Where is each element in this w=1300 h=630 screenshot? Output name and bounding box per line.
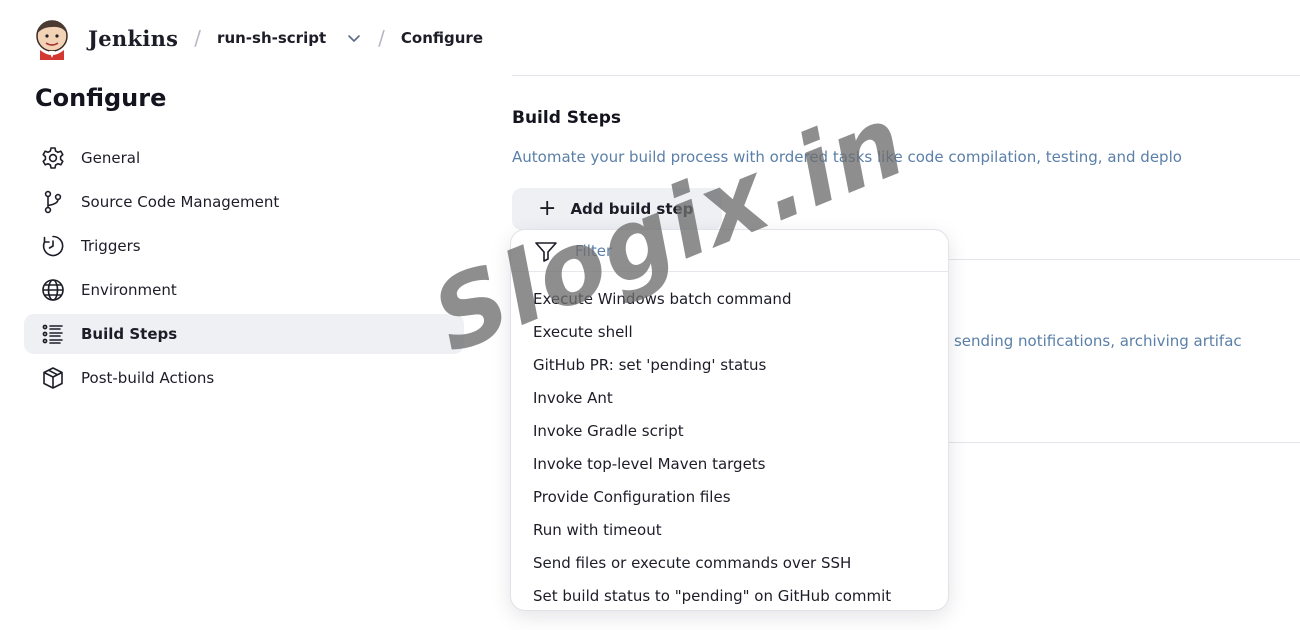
post-build-description: e sending notifications, archiving artif…: [940, 332, 1242, 350]
plus-icon: +: [538, 196, 557, 221]
menu-item-execute-shell[interactable]: Execute shell: [511, 315, 948, 348]
divider: [940, 442, 1300, 443]
timer-icon: [42, 235, 64, 257]
menu-item-run-with-timeout[interactable]: Run with timeout: [511, 513, 948, 546]
sidebar-item-triggers[interactable]: Triggers: [24, 226, 464, 266]
add-build-step-dropdown: Execute Windows batch command Execute sh…: [511, 230, 948, 610]
filter-input[interactable]: [575, 241, 915, 260]
menu-item-execute-windows-batch[interactable]: Execute Windows batch command: [511, 282, 948, 315]
package-icon: [43, 367, 63, 389]
brand-name[interactable]: Jenkins: [88, 26, 178, 51]
sidebar-item-label: Post-build Actions: [81, 369, 215, 387]
jenkins-logo-icon[interactable]: [30, 16, 74, 60]
divider: [512, 75, 1300, 76]
menu-item-provide-config-files[interactable]: Provide Configuration files: [511, 480, 948, 513]
build-step-menu: Execute Windows batch command Execute sh…: [511, 272, 948, 612]
filter-icon: [535, 241, 557, 262]
jenkins-configure-page: Jenkins / run-sh-script / Configure Conf…: [0, 0, 1300, 630]
sidebar-item-label: Triggers: [81, 237, 141, 255]
globe-icon: [42, 279, 64, 301]
breadcrumb-separator: /: [194, 26, 202, 50]
section-description: Automate your build process with ordered…: [512, 148, 1182, 166]
sidebar-item-label: Build Steps: [81, 325, 178, 343]
page-title: Configure: [35, 84, 167, 112]
sidebar-item-source-code-management[interactable]: Source Code Management: [24, 182, 464, 222]
git-branch-icon: [44, 190, 62, 214]
menu-item-invoke-maven[interactable]: Invoke top-level Maven targets: [511, 447, 948, 480]
menu-item-send-files-ssh[interactable]: Send files or execute commands over SSH: [511, 546, 948, 579]
sidebar-item-post-build-actions[interactable]: Post-build Actions: [24, 358, 464, 398]
sidebar-item-label: General: [81, 149, 141, 167]
section-title-build-steps: Build Steps: [512, 108, 621, 128]
sidebar-item-build-steps[interactable]: Build Steps: [24, 314, 464, 354]
sidebar-item-label: Source Code Management: [81, 193, 280, 211]
sidebar-item-environment[interactable]: Environment: [24, 270, 464, 310]
sidebar-item-general[interactable]: General: [24, 138, 464, 178]
breadcrumb-configure[interactable]: Configure: [401, 29, 483, 47]
add-build-step-label: Add build step: [570, 200, 694, 218]
filter-row: [511, 230, 948, 272]
breadcrumb: Jenkins / run-sh-script / Configure: [30, 14, 483, 62]
sidebar-item-label: Environment: [81, 281, 177, 299]
breadcrumb-job[interactable]: run-sh-script: [217, 29, 326, 47]
chevron-down-icon[interactable]: [346, 30, 362, 46]
divider: [940, 259, 1300, 260]
breadcrumb-separator: /: [378, 26, 385, 50]
menu-item-github-pr-pending[interactable]: GitHub PR: set 'pending' status: [511, 348, 948, 381]
menu-item-invoke-gradle[interactable]: Invoke Gradle script: [511, 414, 948, 447]
menu-item-set-build-status-github[interactable]: Set build status to "pending" on GitHub …: [511, 579, 948, 612]
menu-item-invoke-ant[interactable]: Invoke Ant: [511, 381, 948, 414]
add-build-step-button[interactable]: + Add build step: [512, 188, 722, 230]
gear-icon: [42, 147, 64, 169]
list-icon: [42, 324, 63, 344]
sidebar: General Source Code Management Triggers: [24, 138, 464, 402]
